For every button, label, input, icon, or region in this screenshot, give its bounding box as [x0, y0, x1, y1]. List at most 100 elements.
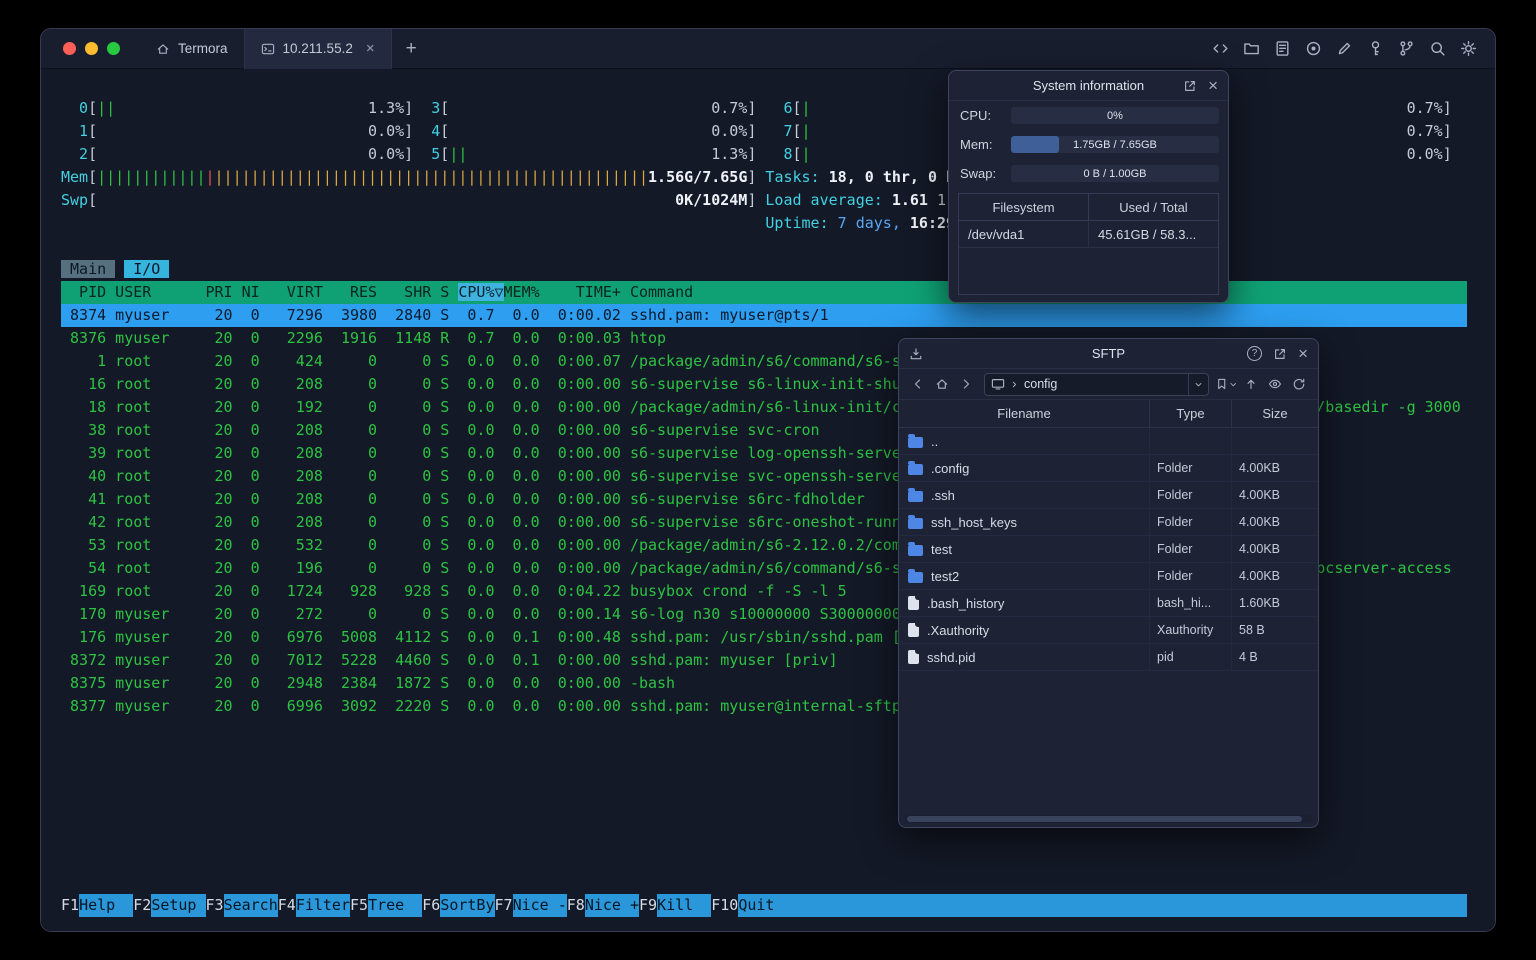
- branch-icon[interactable]: [1398, 40, 1415, 57]
- file-type: Xauthority: [1149, 617, 1231, 643]
- sftp-row[interactable]: test2 Folder 4.00KB: [899, 563, 1318, 590]
- fs-col-filesystem[interactable]: Filesystem: [959, 194, 1088, 220]
- fnkey-f6: F6: [422, 896, 441, 914]
- sftp-row[interactable]: test Folder 4.00KB: [899, 536, 1318, 563]
- sftp-file-list: .. .config Folder 4.00KB .ssh Folder 4.00KB ssh…: [899, 428, 1318, 671]
- tab-home[interactable]: Termora: [140, 29, 244, 69]
- fnaction-quit[interactable]: Quit: [738, 894, 793, 917]
- show-hidden-eye-button[interactable]: [1263, 372, 1287, 396]
- file-name: .config: [931, 460, 970, 476]
- edit-icon[interactable]: [1336, 40, 1353, 57]
- forward-button[interactable]: [954, 372, 978, 396]
- htop-cpu-meter-row-2: 1[ 0.0%] 4[ 0.0%] 7[| 0.7%]: [61, 122, 1452, 140]
- horizontal-scrollbar[interactable]: [905, 815, 1312, 823]
- sftp-row[interactable]: .Xauthority Xauthority 58 B: [899, 617, 1318, 644]
- sftp-row[interactable]: .ssh Folder 4.00KB: [899, 482, 1318, 509]
- cpu-value: 0%: [1107, 109, 1123, 122]
- fnaction-setup[interactable]: Setup: [151, 894, 206, 917]
- file-size: 58 B: [1231, 617, 1318, 643]
- new-tab-button[interactable]: +: [392, 38, 431, 60]
- chevron-down-icon[interactable]: [1188, 373, 1208, 395]
- folder-icon[interactable]: [1243, 40, 1260, 57]
- fnaction-kill[interactable]: Kill: [657, 894, 712, 917]
- fnkey-f2: F2: [133, 896, 152, 914]
- swap-label: Swap:: [960, 166, 997, 181]
- tab-ssh-session[interactable]: 10.211.55.2 ×: [243, 29, 392, 69]
- refresh-button[interactable]: [1287, 372, 1311, 396]
- fnkey-f7: F7: [494, 896, 513, 914]
- column-filename[interactable]: Filename: [899, 400, 1149, 427]
- htop-table-header[interactable]: PID USER PRI NI VIRT RES SHR S CPU%▽MEM%…: [61, 281, 1467, 304]
- htop-screen-tabs[interactable]: Main I/O: [61, 258, 1467, 281]
- download-transfers-icon[interactable]: [909, 347, 923, 361]
- file-icon: [908, 650, 919, 664]
- fnaction-filter[interactable]: Filter: [295, 894, 350, 917]
- code-icon[interactable]: [1212, 40, 1229, 57]
- back-button[interactable]: [906, 372, 930, 396]
- key-icon[interactable]: [1367, 40, 1384, 57]
- minimize-window-button[interactable]: [85, 42, 98, 55]
- settings-icon[interactable]: [1460, 40, 1477, 57]
- record-icon[interactable]: [1305, 40, 1322, 57]
- breadcrumb-segment[interactable]: config: [1024, 377, 1057, 391]
- htop-function-bar: F1 Help F2 Setup F3 Search F4 Filter F5 Tree F6…: [61, 894, 1467, 917]
- htop-process-row-selected[interactable]: 8374 myuser 20 0 7296 3980 2840 S 0.7 0.…: [61, 304, 1467, 327]
- close-window-button[interactable]: [63, 42, 76, 55]
- help-icon[interactable]: ?: [1247, 346, 1263, 361]
- file-type: Folder: [1149, 536, 1231, 562]
- zoom-window-button[interactable]: [107, 42, 120, 55]
- mem-usage-row: Mem: 1.75GB / 7.65GB: [949, 130, 1228, 159]
- bookmark-button[interactable]: [1215, 372, 1239, 396]
- sftp-row[interactable]: ssh_host_keys Folder 4.00KB: [899, 509, 1318, 536]
- log-icon[interactable]: [1274, 40, 1291, 57]
- fnaction-nice-[interactable]: Nice -: [512, 894, 567, 917]
- fnaction-tree[interactable]: Tree: [368, 894, 423, 917]
- system-info-header: System information ×: [949, 71, 1228, 101]
- file-name: ..: [931, 433, 939, 449]
- sftp-row[interactable]: .bash_history bash_hi... 1.60KB: [899, 590, 1318, 617]
- tab-close-icon[interactable]: ×: [366, 40, 375, 57]
- file-size: 4.00KB: [1231, 509, 1318, 535]
- fnaction-help[interactable]: Help: [79, 894, 134, 917]
- column-size[interactable]: Size: [1231, 400, 1318, 427]
- sftp-panel: SFTP ? × config Filename Type Size .. .c…: [898, 338, 1319, 828]
- fs-device: /dev/vda1: [968, 226, 1025, 242]
- fnaction-nice-[interactable]: Nice +: [584, 894, 639, 917]
- upload-up-button[interactable]: [1239, 372, 1263, 396]
- open-in-window-icon[interactable]: [1183, 79, 1197, 93]
- fnaction-search[interactable]: Search: [223, 894, 278, 917]
- fnaction-sortby[interactable]: SortBy: [440, 894, 495, 917]
- scrollbar-thumb[interactable]: [907, 816, 1302, 822]
- close-icon[interactable]: ×: [1208, 77, 1218, 94]
- tab-ssh-label: 10.211.55.2: [282, 41, 353, 56]
- fnkey-f10: F10: [711, 896, 739, 914]
- tab-home-label: Termora: [178, 41, 228, 56]
- folder-icon: [908, 541, 923, 556]
- fs-col-used-total[interactable]: Used / Total: [1088, 194, 1218, 220]
- file-type: Folder: [1149, 509, 1231, 535]
- search-icon[interactable]: [1429, 40, 1446, 57]
- fs-usage: 45.61GB / 58.3...: [1088, 221, 1218, 247]
- fnkey-f1: F1: [61, 896, 80, 914]
- system-info-panel: System information × CPU: 0% Mem: 1.75GB…: [948, 70, 1229, 303]
- file-size: 4.00KB: [1231, 455, 1318, 481]
- sftp-row[interactable]: .config Folder 4.00KB: [899, 455, 1318, 482]
- close-icon[interactable]: ×: [1298, 345, 1308, 362]
- folder-icon: [908, 487, 923, 502]
- path-breadcrumb[interactable]: config: [984, 372, 1209, 396]
- home-button[interactable]: [930, 372, 954, 396]
- column-type[interactable]: Type: [1149, 400, 1231, 427]
- sftp-row[interactable]: sshd.pid pid 4 B: [899, 644, 1318, 671]
- fnbar-filler: [792, 894, 1467, 917]
- file-size: 1.60KB: [1231, 590, 1318, 616]
- traffic-lights: [41, 42, 140, 55]
- open-in-window-icon[interactable]: [1273, 347, 1287, 361]
- app-window: Termora 10.211.55.2 × + 0[|| 1.3%] 3[0.…: [40, 28, 1496, 932]
- sftp-row[interactable]: ..: [899, 428, 1318, 455]
- file-type: pid: [1149, 644, 1231, 670]
- htop-cpu-meter-row-1: 0[|| 1.3%] 3[ 0.7%] 6[| 0.7%]: [61, 99, 1452, 117]
- file-icon: [908, 596, 919, 610]
- filesystem-row[interactable]: /dev/vda1 45.61GB / 58.3...: [959, 221, 1218, 248]
- swap-progressbar: 0 B / 1.00GB: [1011, 165, 1219, 182]
